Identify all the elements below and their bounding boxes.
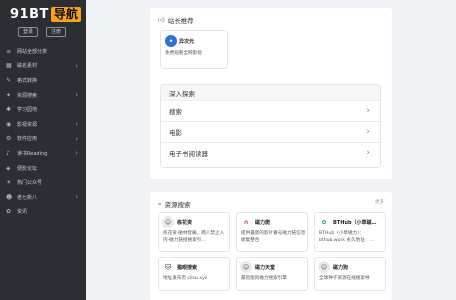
sidebar-item-all-categories[interactable]: ≡ 网站全部分类 <box>0 44 86 59</box>
site-name: BTHub（小草磁… <box>333 220 377 226</box>
thumbs-up-icon: 👍︎ <box>158 16 165 24</box>
site-logo-icon: ☺ <box>162 216 174 228</box>
site-desc: BTHub（小草磁力）：bthub.work 永久地址：… <box>319 231 375 243</box>
site-name: 磁力狗 <box>333 265 349 271</box>
resource-card: ⌕ 资源搜索 更多 ☺ 栋花资 栋花资·磁林登痛，两人禁止入内-磁力链接搜索引…… <box>150 192 392 300</box>
list-icon: ≡ <box>6 47 12 55</box>
site-desc: 全球种子资源在线搜索导 <box>319 276 370 281</box>
logo-text: 91BT <box>10 6 49 22</box>
site-desc: 提供最新的影片番号磁力链信息收集整合 <box>241 231 306 243</box>
resource-site-card[interactable]: 🐱︎ 猫眼搜索 地址发布页 cilsu.xyz <box>158 257 230 291</box>
sidebar-item-reading[interactable]: ♪ 读书Reading › <box>0 146 86 161</box>
flower-icon: ✿ <box>6 208 12 216</box>
chevron-right-icon: › <box>366 106 370 116</box>
site-desc: 栋花资·磁林登痛，两人禁止入内-磁力链接搜索引… <box>163 231 225 243</box>
site-desc: 地址发布页 cilsu.xyz <box>163 276 208 281</box>
sidebar-item-forum[interactable]: ◈ 便影论坛 <box>0 161 86 176</box>
forum-icon: ◈ <box>6 164 11 172</box>
star-icon: ✱ <box>6 106 12 114</box>
site-desc: 最智能的磁力搜索引擎 <box>241 276 287 281</box>
cat-icon: 🐱︎ <box>162 261 174 273</box>
site-name: 猫眼搜索 <box>177 265 198 271</box>
sidebar-item-software[interactable]: ⚙ 软件应用 › <box>0 132 86 147</box>
site-logo-icon: ☺ <box>240 261 252 273</box>
smiley-icon: ☻ <box>6 193 13 201</box>
explore-item-ebook-reader[interactable]: 电子书阅读器 › <box>161 142 380 163</box>
edit-icon: ✎ <box>6 76 12 84</box>
site-logo-icon: ✿ <box>318 216 330 228</box>
explore-item-label: 搜索 <box>169 108 182 116</box>
chevron-right-icon: › <box>75 192 78 201</box>
sidebar-item-format-convert[interactable]: ✎ 格式转换 <box>0 73 86 88</box>
login-button[interactable]: 登录 <box>18 27 39 37</box>
sidebar-item-movies[interactable]: ◉ 影视资源 › <box>0 117 86 132</box>
sidebar-item-label: 影视资源 <box>17 121 38 128</box>
recommend-site-card[interactable]: ✦ 异次元 免费观看全网影视 <box>160 30 228 69</box>
resource-title: 资源搜索 <box>164 201 191 209</box>
sidebar-item-label: 资源搜索 <box>17 92 38 99</box>
music-icon: ♪ <box>6 149 10 157</box>
more-link[interactable]: 更多 <box>375 199 384 205</box>
grid-icon: ▦ <box>6 62 12 70</box>
magnet-icon: ∩ <box>240 216 252 228</box>
sun-icon: ☀ <box>6 179 12 187</box>
sidebar-item-label: 便影论坛 <box>17 165 38 172</box>
sidebar-item-label: 软件应用 <box>17 136 38 143</box>
resource-site-card[interactable]: ☺ 栋花资 栋花资·磁林登痛，两人禁止入内-磁力链接搜索引… <box>158 212 230 252</box>
logo-badge: 导航 <box>50 6 81 22</box>
site-logo-icon: ✦ <box>165 35 177 47</box>
explore-title: 深入探索 <box>161 85 380 100</box>
resource-site-card[interactable]: ☺ 磁力天堂 最智能的磁力搜索引擎 <box>236 257 308 291</box>
sidebar-item-news[interactable]: ✿ 资讯 <box>0 205 86 220</box>
explore-item-search[interactable]: 搜索 › <box>161 100 380 121</box>
chevron-right-icon: › <box>75 90 78 99</box>
chevron-right-icon: › <box>75 119 78 128</box>
site-name: 栋花资 <box>177 220 193 226</box>
sidebar-item-label: 格式转换 <box>17 77 38 84</box>
resource-title-row: ⌕ 资源搜索 <box>158 199 191 210</box>
film-icon: ◉ <box>6 120 12 128</box>
register-button[interactable]: 注册 <box>46 27 67 37</box>
site-name: 磁力天堂 <box>255 265 276 271</box>
resource-site-card[interactable]: ✿ BTHub（小草磁… BTHub（小草磁力）：bthub.work 永久地址… <box>314 212 386 252</box>
sidebar-item-official-accounts[interactable]: ☀ 热门公众号 <box>0 175 86 190</box>
sidebar-item-label: 网站全部分类 <box>17 48 48 55</box>
recommend-title: 站长推荐 <box>167 17 194 25</box>
resource-site-card[interactable]: ☺ 磁力狗 全球种子资源在线搜索导 <box>314 257 386 291</box>
sidebar-item-label: 读书Reading <box>17 150 48 157</box>
chevron-right-icon: › <box>366 148 370 158</box>
chevron-right-icon: › <box>75 61 78 70</box>
explore-item-movie[interactable]: 电影 › <box>161 121 380 142</box>
sidebar-menu: ≡ 网站全部分类 ▦ 磁名素材 › ✎ 格式转换 ✦ 资源搜索 › ✱ 学习园地… <box>0 44 86 219</box>
explore-item-label: 电子书阅读器 <box>169 150 208 158</box>
sidebar: 91BT 导航 登录 注册 ≡ 网站全部分类 ▦ 磁名素材 › ✎ 格式转换 ✦… <box>0 0 86 300</box>
site-name: 异次元 <box>179 39 195 45</box>
explore-item-label: 电影 <box>169 129 182 137</box>
sidebar-item-label: 磁名素材 <box>17 63 38 70</box>
sparkle-icon: ✦ <box>6 91 12 99</box>
sidebar-item-label: 资讯 <box>17 209 28 216</box>
recommend-title-row: 👍︎ 站长推荐 <box>158 15 194 25</box>
sidebar-item-label: 热门公众号 <box>17 180 43 187</box>
chevron-right-icon: › <box>366 127 370 137</box>
sidebar-item-label: 老七新八 <box>17 194 38 201</box>
sidebar-item-material[interactable]: ▦ 磁名素材 › <box>0 59 86 74</box>
site-name: 磁力爬 <box>255 220 271 226</box>
auth-buttons: 登录 注册 <box>18 27 67 37</box>
chevron-right-icon: › <box>75 134 78 143</box>
chevron-right-icon: › <box>75 149 78 158</box>
search-icon: ⌕ <box>158 199 162 208</box>
site-desc: 免费观看全网影视 <box>165 51 202 56</box>
resource-site-card[interactable]: ∩ 磁力爬 提供最新的影片番号磁力链信息收集整合 <box>236 212 308 252</box>
explore-panel: 深入探索 搜索 › 电影 › 电子书阅读器 › <box>160 84 381 168</box>
sidebar-item-study[interactable]: ✱ 学习园地 <box>0 102 86 117</box>
sidebar-item-resource-search[interactable]: ✦ 资源搜索 › <box>0 88 86 103</box>
site-logo-icon: ☺ <box>318 261 330 273</box>
sidebar-item-misc[interactable]: ☻ 老七新八 › <box>0 190 86 205</box>
gear-icon: ⚙ <box>6 135 12 143</box>
site-logo[interactable]: 91BT 导航 <box>10 6 81 22</box>
sidebar-item-label: 学习园地 <box>17 107 38 114</box>
